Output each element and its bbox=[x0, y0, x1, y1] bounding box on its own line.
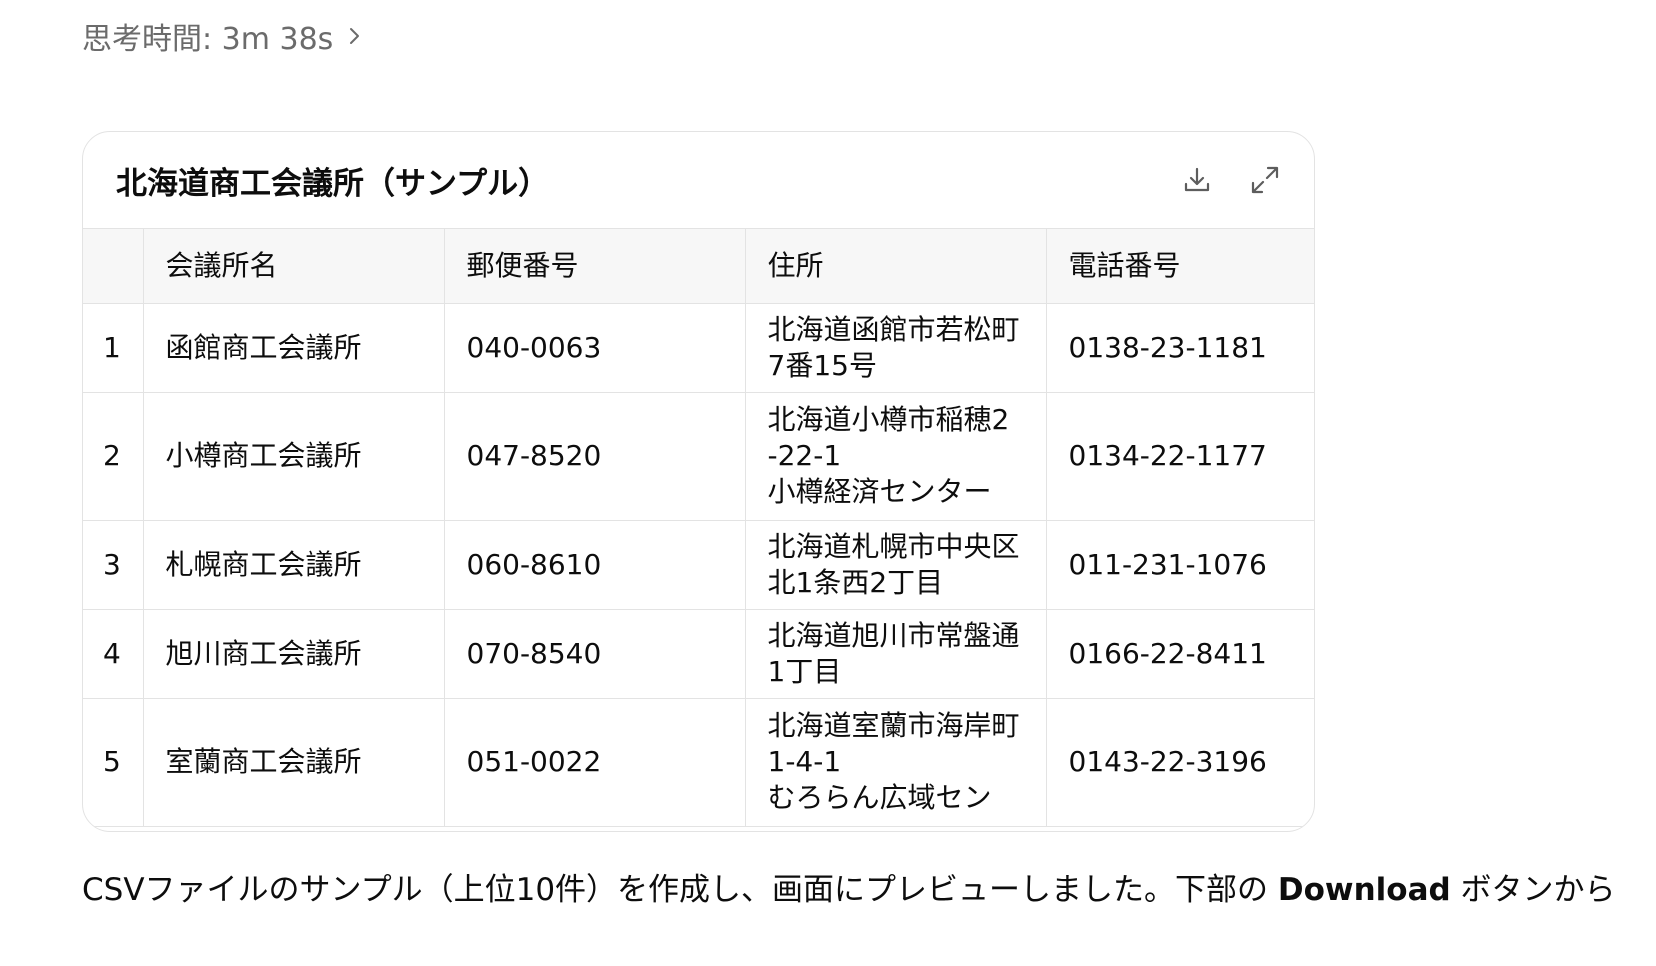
column-header-address[interactable]: 住所 bbox=[745, 229, 1047, 304]
cell-address: 北海道函館市若松町 7番15号 bbox=[745, 303, 1047, 393]
cell-postal: 051-0022 bbox=[444, 698, 746, 827]
column-header-name[interactable]: 会議所名 bbox=[143, 229, 445, 304]
cell-name: 室蘭商工会議所 bbox=[143, 698, 445, 827]
cell-address: 北海道旭川市常盤通 1丁目 bbox=[745, 609, 1047, 699]
row-index: 1 bbox=[83, 303, 144, 393]
cell-address: 北海道小樽市稲穂2 -22-1 小樽経済センター bbox=[745, 392, 1047, 521]
download-icon[interactable] bbox=[1180, 163, 1214, 197]
thinking-time-toggle[interactable]: 思考時間: 3m 38s bbox=[82, 14, 365, 58]
table-header-row: 会議所名 郵便番号 住所 電話番号 bbox=[83, 229, 1314, 304]
chevron-right-icon bbox=[343, 25, 365, 47]
assistant-message-text: CSVファイルのサンプル（上位10件）を作成し、画面にプレビューしました。下部の… bbox=[82, 862, 1622, 918]
cell-phone: 0134-22-1177 bbox=[1046, 392, 1314, 521]
table-card: 北海道商工会議所（サンプル） 会議所名 郵便番号 住所 電話番号 1 函館商工会 bbox=[82, 131, 1315, 832]
cell-address: 北海道室蘭市海岸町 1-4-1 むろらん広域セン bbox=[745, 698, 1047, 827]
cell-phone: 011-231-1076 bbox=[1046, 520, 1314, 610]
message-text-after: ボタンから bbox=[1450, 872, 1616, 908]
table-title: 北海道商工会議所（サンプル） bbox=[116, 165, 550, 202]
column-header-postal[interactable]: 郵便番号 bbox=[444, 229, 746, 304]
cell-phone: 0166-22-8411 bbox=[1046, 609, 1314, 699]
table-card-header: 北海道商工会議所（サンプル） bbox=[83, 132, 1314, 229]
table-row: 3 札幌商工会議所 060-8610 北海道札幌市中央区 北1条西2丁目 011… bbox=[83, 520, 1314, 610]
cell-name: 小樽商工会議所 bbox=[143, 392, 445, 521]
row-index: 4 bbox=[83, 609, 144, 699]
table-row: 2 小樽商工会議所 047-8520 北海道小樽市稲穂2 -22-1 小樽経済セ… bbox=[83, 392, 1314, 521]
cell-postal: 070-8540 bbox=[444, 609, 746, 699]
cell-phone: 0143-22-3196 bbox=[1046, 698, 1314, 827]
expand-icon[interactable] bbox=[1248, 163, 1282, 197]
message-download-keyword: Download bbox=[1277, 872, 1451, 908]
table-row: 5 室蘭商工会議所 051-0022 北海道室蘭市海岸町 1-4-1 むろらん広… bbox=[83, 698, 1314, 827]
cell-postal: 060-8610 bbox=[444, 520, 746, 610]
message-text-before: CSVファイルのサンプル（上位10件）を作成し、画面にプレビューしました。下部の bbox=[82, 872, 1278, 908]
thinking-time-label: 思考時間: 3m 38s bbox=[82, 22, 334, 57]
cell-address: 北海道札幌市中央区 北1条西2丁目 bbox=[745, 520, 1047, 610]
table-row: 1 函館商工会議所 040-0063 北海道函館市若松町 7番15号 0138-… bbox=[83, 303, 1314, 393]
cell-name: 旭川商工会議所 bbox=[143, 609, 445, 699]
cell-postal: 047-8520 bbox=[444, 392, 746, 521]
cell-name: 札幌商工会議所 bbox=[143, 520, 445, 610]
table-row: 4 旭川商工会議所 070-8540 北海道旭川市常盤通 1丁目 0166-22… bbox=[83, 609, 1314, 699]
table-actions bbox=[1180, 163, 1282, 197]
data-table: 会議所名 郵便番号 住所 電話番号 1 函館商工会議所 040-0063 北海道… bbox=[83, 229, 1314, 827]
row-index: 2 bbox=[83, 392, 144, 521]
cell-name: 函館商工会議所 bbox=[143, 303, 445, 393]
column-header-index bbox=[83, 229, 144, 304]
row-index: 3 bbox=[83, 520, 144, 610]
cell-phone: 0138-23-1181 bbox=[1046, 303, 1314, 393]
column-header-phone[interactable]: 電話番号 bbox=[1046, 229, 1314, 304]
row-index: 5 bbox=[83, 698, 144, 827]
cell-postal: 040-0063 bbox=[444, 303, 746, 393]
